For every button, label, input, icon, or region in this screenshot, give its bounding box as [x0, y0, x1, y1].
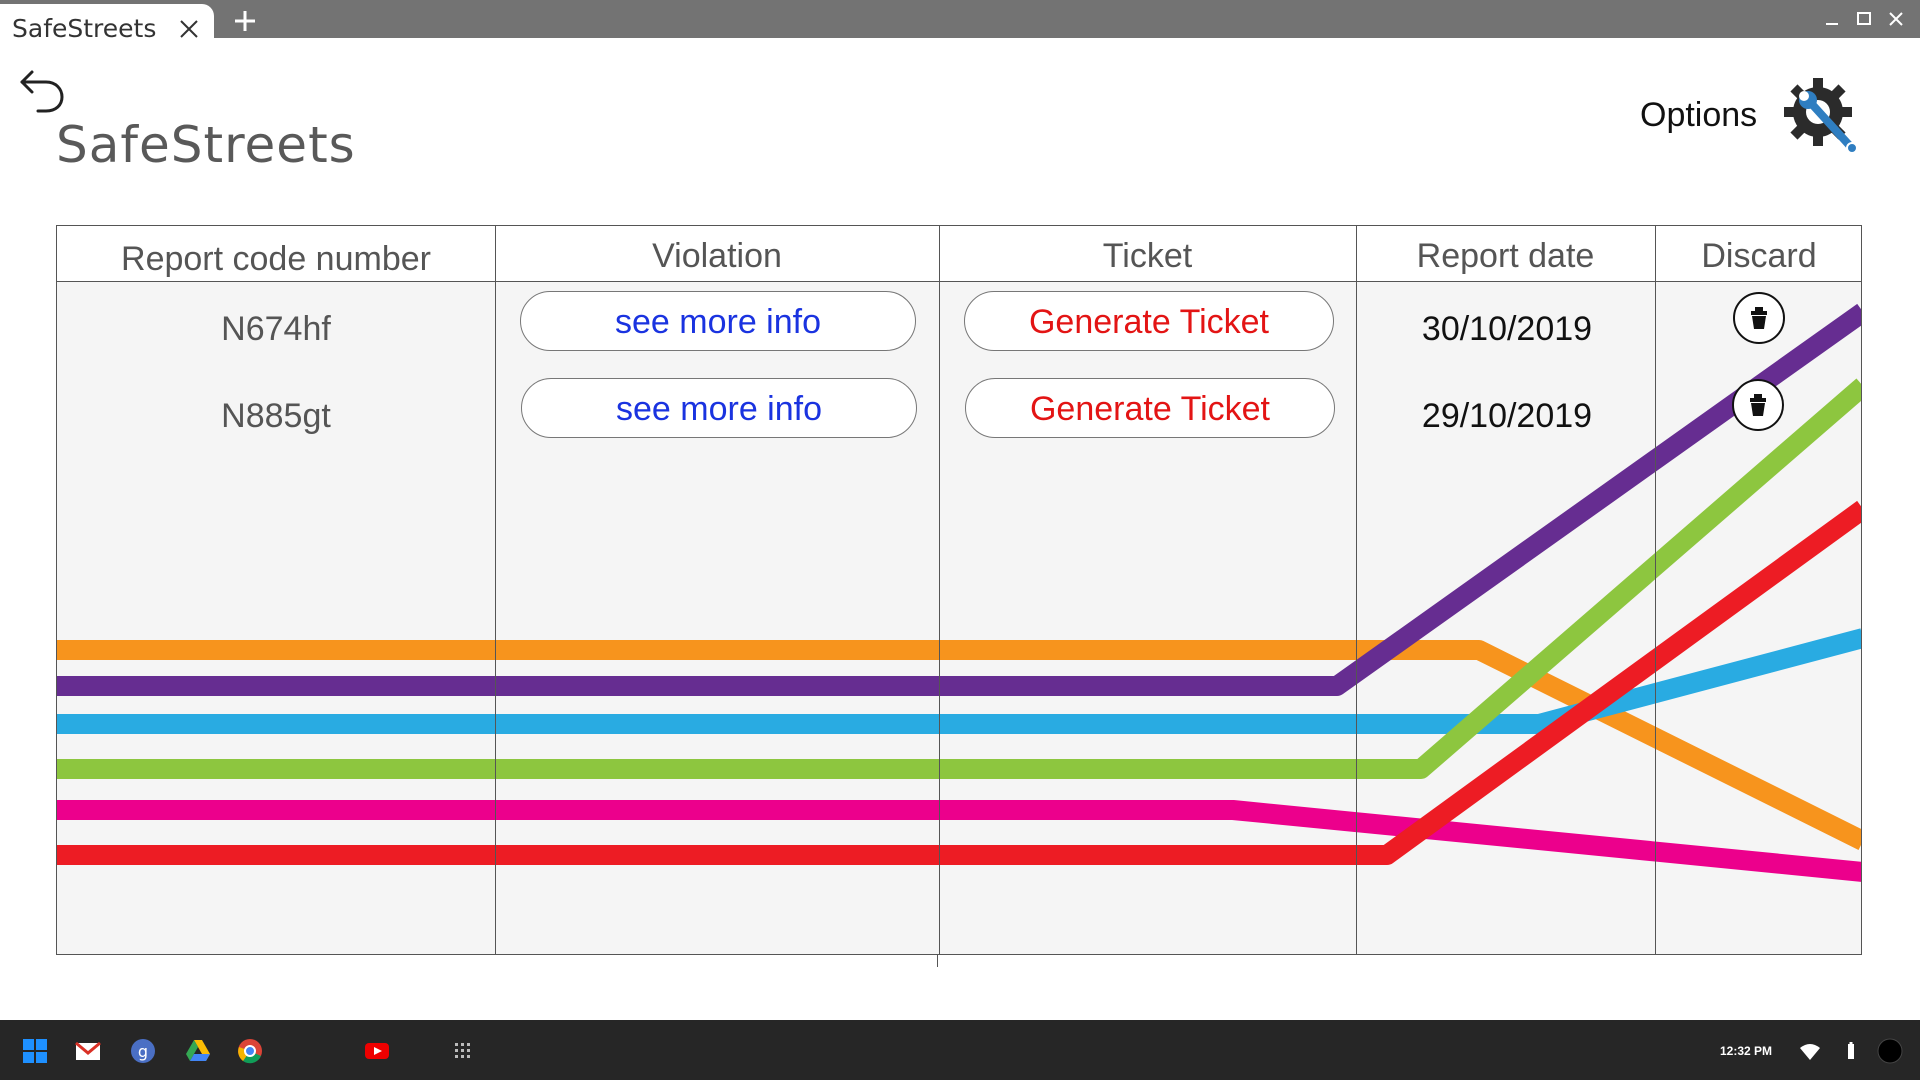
svg-text:g: g — [138, 1042, 148, 1061]
options-label[interactable]: Options — [1640, 98, 1757, 132]
report-code: N885gt — [221, 397, 331, 435]
app-title: SafeStreets — [56, 116, 356, 174]
tab-title: SafeStreets — [12, 14, 157, 43]
header-ticket: Ticket — [1102, 237, 1193, 275]
google-icon[interactable]: g — [130, 1038, 156, 1064]
report-code: N674hf — [221, 310, 331, 348]
header-report-date: Report date — [1416, 237, 1595, 275]
options-gear-wrench-icon[interactable] — [1780, 74, 1864, 158]
column-divider — [939, 226, 940, 954]
app-launcher-icon[interactable] — [450, 1038, 476, 1064]
trash-icon[interactable] — [1731, 378, 1785, 432]
minimize-icon[interactable] — [1821, 8, 1843, 30]
taskbar — [0, 1020, 1920, 1080]
report-date: 30/10/2019 — [1421, 310, 1593, 348]
gmail-icon[interactable] — [75, 1038, 101, 1064]
chrome-icon[interactable] — [237, 1038, 263, 1064]
see-more-info-button[interactable]: see more info — [520, 291, 916, 351]
report-date: 29/10/2019 — [1421, 397, 1593, 435]
generate-ticket-button[interactable]: Generate Ticket — [965, 378, 1335, 438]
close-tab-icon[interactable] — [178, 18, 200, 40]
battery-icon[interactable] — [1838, 1038, 1864, 1064]
youtube-icon[interactable] — [364, 1038, 390, 1064]
account-icon[interactable] — [1877, 1038, 1903, 1064]
browser-tab[interactable]: SafeStreets — [0, 4, 214, 43]
header-report-code: Report code number — [121, 240, 431, 278]
header-discard: Discard — [1701, 237, 1817, 275]
back-arrow-icon[interactable] — [16, 64, 68, 116]
maximize-icon[interactable] — [1853, 8, 1875, 30]
title-bar: SafeStreets — [0, 0, 1920, 43]
clock: 12:32 PM — [1720, 1044, 1773, 1058]
divider-tick — [937, 955, 938, 967]
trash-icon[interactable] — [1732, 291, 1786, 345]
drive-icon[interactable] — [185, 1038, 211, 1064]
header-violation: Violation — [652, 237, 782, 275]
close-window-icon[interactable] — [1885, 8, 1907, 30]
windows-start-icon[interactable] — [22, 1038, 48, 1064]
wifi-icon[interactable] — [1797, 1038, 1823, 1064]
new-tab-icon[interactable] — [232, 8, 258, 34]
generate-ticket-button[interactable]: Generate Ticket — [964, 291, 1334, 351]
reports-table: Report code number Violation Ticket Repo… — [56, 225, 1862, 955]
see-more-info-button[interactable]: see more info — [521, 378, 917, 438]
column-divider — [495, 226, 496, 954]
